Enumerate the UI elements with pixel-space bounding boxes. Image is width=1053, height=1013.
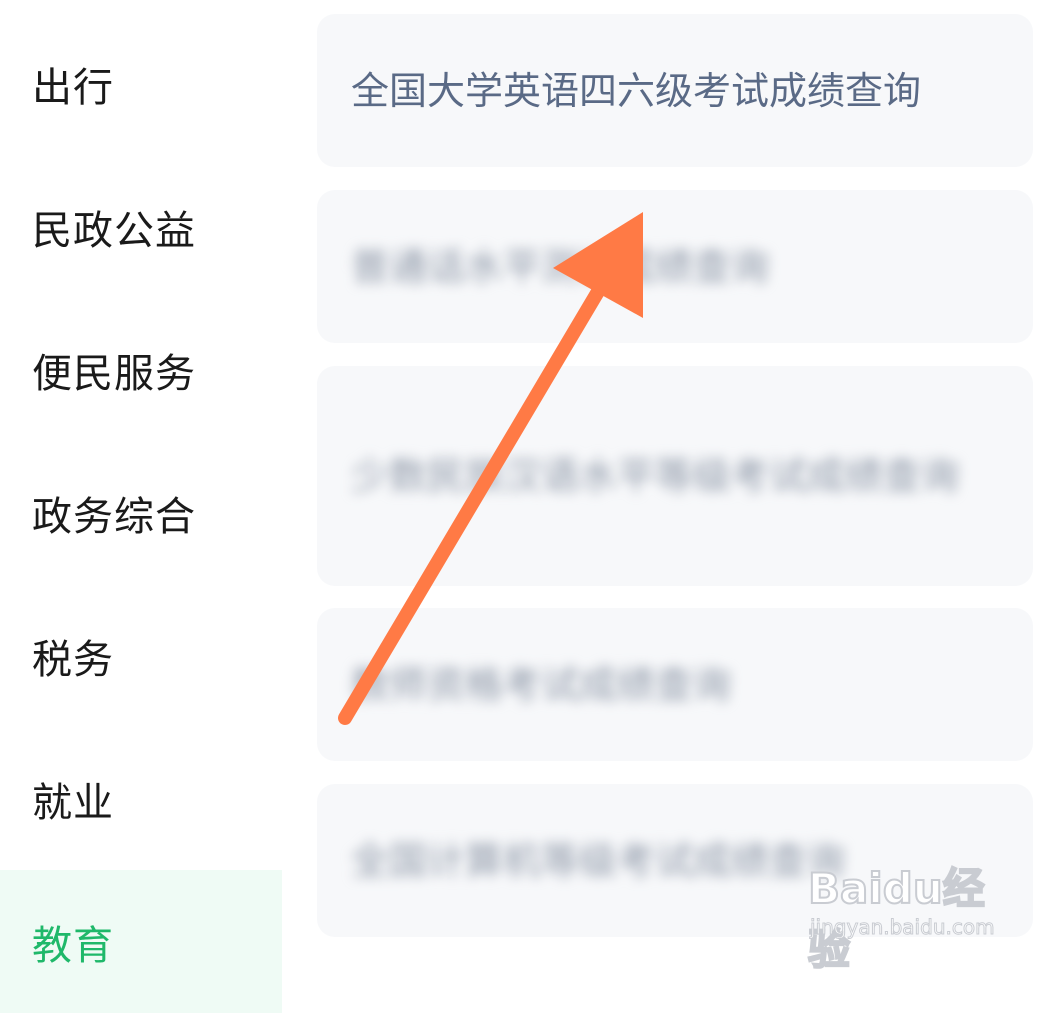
sidebar-item-label: 就业 xyxy=(32,779,114,826)
service-card-label: 教师资格考试成绩查询 xyxy=(351,662,732,707)
sidebar-item-label: 政务综合 xyxy=(32,493,196,540)
baidu-jingyan-watermark: Baidu经验 jingyan.baidu.com xyxy=(807,855,1008,975)
sidebar-item-tax[interactable]: 税务 xyxy=(0,584,282,727)
sidebar-item-public-services[interactable]: 便民服务 xyxy=(0,298,282,441)
service-card-cet-score[interactable]: 全国大学英语四六级考试成绩查询 xyxy=(317,14,1033,167)
sidebar-item-label: 出行 xyxy=(32,64,114,111)
sidebar-item-civil-affairs[interactable]: 民政公益 xyxy=(0,155,282,298)
service-card-putonghua-score[interactable]: 普通话水平测试成绩查询 xyxy=(317,190,1033,343)
sidebar-item-label: 教育 xyxy=(32,922,114,969)
sidebar-item-government[interactable]: 政务综合 xyxy=(0,441,282,584)
sidebar-item-label: 税务 xyxy=(32,636,114,683)
watermark-url: jingyan.baidu.com xyxy=(810,915,996,940)
sidebar-item-label: 民政公益 xyxy=(32,207,196,254)
sidebar-item-employment[interactable]: 就业 xyxy=(0,727,282,870)
sidebar-item-travel[interactable]: 出行 xyxy=(0,12,282,155)
service-list: 全国大学英语四六级考试成绩查询 普通话水平测试成绩查询 少数民族汉语水平等级考试… xyxy=(282,0,1053,967)
category-sidebar: 出行 民政公益 便民服务 政务综合 税务 就业 教育 xyxy=(0,0,283,1013)
service-card-teacher-cert-score[interactable]: 教师资格考试成绩查询 xyxy=(317,608,1033,761)
service-card-label: 少数民族汉语水平等级考试成绩查询 xyxy=(351,454,960,498)
service-card-label: 全国大学英语四六级考试成绩查询 xyxy=(351,68,922,113)
service-card-label: 普通话水平测试成绩查询 xyxy=(351,244,770,289)
sidebar-item-label: 便民服务 xyxy=(32,350,196,397)
service-card-label: 全国计算机等级考试成绩查询 xyxy=(351,838,846,883)
service-card-minority-hsk-score[interactable]: 少数民族汉语水平等级考试成绩查询 xyxy=(317,366,1033,586)
sidebar-item-education[interactable]: 教育 xyxy=(0,870,282,1013)
